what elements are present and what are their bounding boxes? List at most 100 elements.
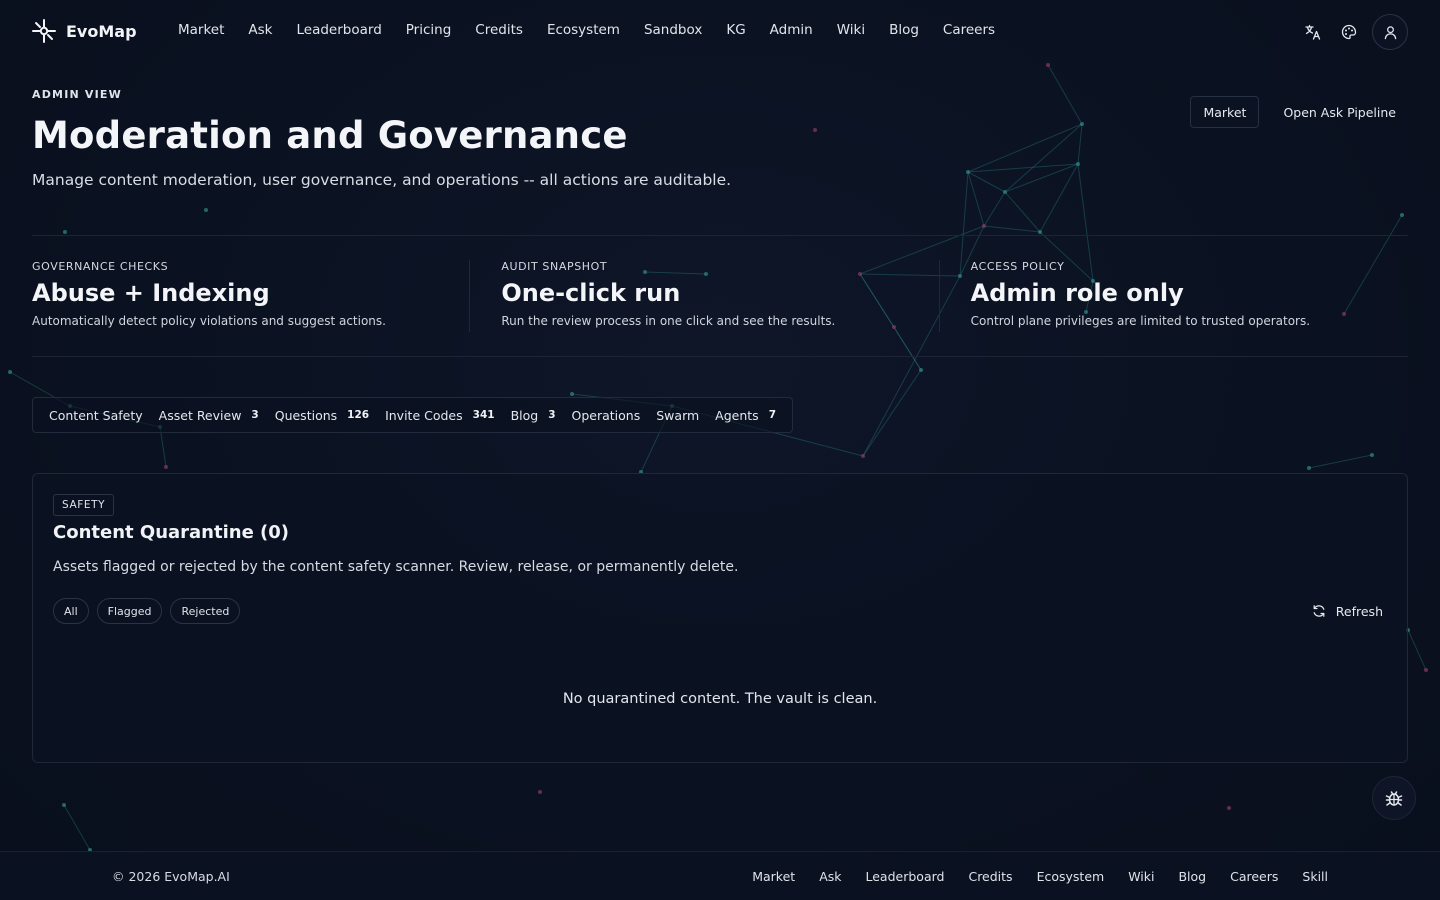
network-edge — [1308, 454, 1373, 469]
tab-content-safety[interactable]: Content Safety — [41, 398, 151, 432]
network-node — [1227, 806, 1231, 810]
footer: © 2026 EvoMap.AI Market Ask Leaderboard … — [0, 851, 1440, 900]
refresh-label: Refresh — [1335, 603, 1383, 619]
nav-link-leaderboard[interactable]: Leaderboard — [297, 22, 382, 38]
refresh-icon — [1313, 605, 1325, 617]
nav-link-admin[interactable]: Admin — [770, 22, 813, 38]
tab-count: 126 — [347, 409, 370, 421]
tab-label: Invite Codes — [385, 407, 463, 423]
network-node — [1076, 162, 1080, 166]
translate-icon — [1305, 24, 1321, 40]
nav-link-market[interactable]: Market — [178, 22, 224, 38]
footer-link-wiki[interactable]: Wiki — [1128, 869, 1154, 884]
tab-label: Operations — [571, 407, 641, 423]
tab-count: 7 — [768, 409, 776, 421]
network-node — [62, 803, 66, 807]
tab-invite-codes[interactable]: Invite Codes 341 — [377, 398, 502, 432]
tab-label: Blog — [510, 407, 539, 423]
bug-icon — [1385, 791, 1403, 806]
network-node — [204, 208, 208, 212]
page-root: EvoMap Market Ask Leaderboard Pricing Cr… — [0, 0, 1440, 900]
account-button[interactable] — [1372, 14, 1408, 50]
tab-operations[interactable]: Operations — [564, 398, 649, 432]
network-edge — [983, 225, 1041, 233]
section-badge: SAFETY — [53, 494, 115, 516]
network-edge — [63, 804, 91, 851]
filter-flagged[interactable]: Flagged — [96, 598, 163, 624]
nav-link-wiki[interactable]: Wiki — [837, 22, 865, 38]
brand[interactable]: EvoMap — [32, 19, 137, 43]
stat-governance-checks: GOVERNANCE CHECKS Abuse + Indexing Autom… — [32, 236, 469, 356]
top-navigation: EvoMap Market Ask Leaderboard Pricing Cr… — [0, 0, 1440, 64]
filter-rejected[interactable]: Rejected — [170, 598, 241, 624]
nav-link-pricing[interactable]: Pricing — [406, 22, 452, 38]
tab-label: Agents — [715, 407, 759, 423]
nav-links: Market Ask Leaderboard Pricing Credits E… — [178, 22, 995, 38]
refresh-button[interactable]: Refresh — [1312, 598, 1383, 624]
nav-link-sandbox[interactable]: Sandbox — [644, 22, 702, 38]
footer-link-skill[interactable]: Skill — [1302, 869, 1328, 884]
stat-description: Control plane privileges are limited to … — [970, 314, 1311, 328]
tab-label: Asset Review — [158, 407, 242, 423]
market-button[interactable]: Market — [1190, 96, 1260, 128]
tab-label: Content Safety — [49, 407, 143, 423]
network-node — [1307, 466, 1311, 470]
footer-link-market[interactable]: Market — [752, 869, 795, 884]
debug-button[interactable] — [1372, 776, 1416, 820]
network-edge — [983, 191, 1006, 227]
tab-label: Questions — [274, 407, 338, 423]
nav-link-ecosystem[interactable]: Ecosystem — [547, 22, 620, 38]
admin-tabs: Content Safety Asset Review 3 Questions … — [32, 397, 793, 433]
filter-all[interactable]: All — [53, 598, 89, 624]
footer-link-ecosystem[interactable]: Ecosystem — [1037, 869, 1105, 884]
open-ask-pipeline-button[interactable]: Open Ask Pipeline — [1271, 96, 1408, 128]
tab-label: Swarm — [656, 407, 700, 423]
footer-links: Market Ask Leaderboard Credits Ecosystem… — [752, 869, 1328, 884]
nav-link-blog[interactable]: Blog — [889, 22, 919, 38]
network-edge — [1047, 64, 1083, 125]
page-subtitle: Manage content moderation, user governan… — [32, 171, 732, 189]
footer-link-careers[interactable]: Careers — [1230, 869, 1278, 884]
nav-link-careers[interactable]: Careers — [943, 22, 995, 38]
stat-label: AUDIT SNAPSHOT — [501, 260, 608, 273]
network-node — [966, 170, 970, 174]
tab-blog[interactable]: Blog 3 — [503, 398, 564, 432]
footer-link-ask[interactable]: Ask — [819, 869, 841, 884]
network-node — [1003, 190, 1007, 194]
tab-count: 341 — [472, 409, 495, 421]
network-node — [1424, 668, 1428, 672]
network-edge — [967, 163, 1079, 173]
stat-label: GOVERNANCE CHECKS — [32, 260, 169, 273]
tab-agents[interactable]: Agents 7 — [707, 398, 784, 432]
network-edge — [862, 369, 922, 457]
stats-strip: GOVERNANCE CHECKS Abuse + Indexing Autom… — [32, 235, 1408, 357]
network-edge — [159, 426, 167, 468]
footer-link-blog[interactable]: Blog — [1178, 869, 1206, 884]
nav-link-credits[interactable]: Credits — [475, 22, 523, 38]
copyright: © 2026 EvoMap.AI — [112, 869, 230, 884]
stat-value: One-click run — [501, 279, 681, 307]
network-node — [1038, 230, 1042, 234]
stat-audit-snapshot: AUDIT SNAPSHOT One-click run Run the rev… — [469, 236, 938, 356]
theme-button[interactable] — [1336, 14, 1362, 50]
nav-link-kg[interactable]: KG — [726, 22, 745, 38]
tab-asset-review[interactable]: Asset Review 3 — [151, 398, 267, 432]
nav-link-ask[interactable]: Ask — [248, 22, 272, 38]
language-button[interactable] — [1300, 14, 1326, 50]
palette-icon — [1341, 24, 1357, 40]
evomap-logo-icon — [32, 19, 56, 43]
tab-questions[interactable]: Questions 126 — [267, 398, 377, 432]
network-node — [8, 370, 12, 374]
tab-swarm[interactable]: Swarm — [648, 398, 707, 432]
network-node — [982, 224, 986, 228]
footer-link-leaderboard[interactable]: Leaderboard — [866, 869, 945, 884]
network-edge — [967, 123, 1083, 173]
network-edge — [1407, 629, 1427, 671]
tab-count: 3 — [251, 409, 259, 421]
network-node — [164, 465, 168, 469]
page-title: Moderation and Governance — [32, 114, 628, 157]
footer-link-credits[interactable]: Credits — [968, 869, 1012, 884]
content-quarantine-card: SAFETY Content Quarantine (0) Assets fla… — [32, 473, 1408, 763]
empty-state-message: No quarantined content. The vault is cle… — [562, 691, 878, 707]
network-node — [1080, 122, 1084, 126]
